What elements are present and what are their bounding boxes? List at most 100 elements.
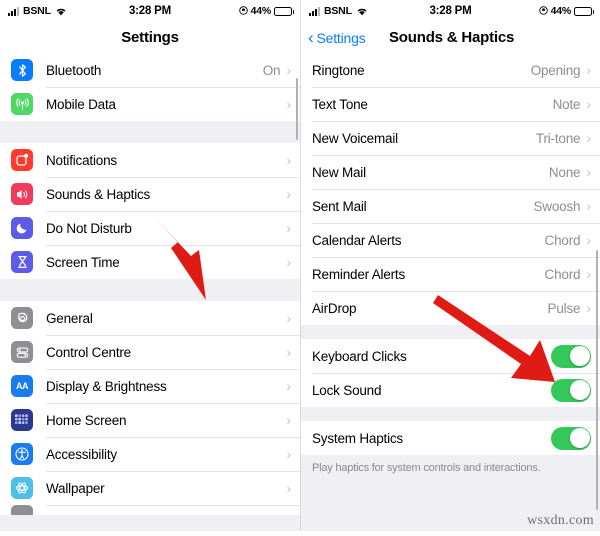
sidebar-item-general[interactable]: General ›	[0, 301, 300, 335]
group-separator	[0, 279, 300, 301]
sidebar-item-label: Do Not Disturb	[46, 220, 132, 236]
chevron-right-icon: ›	[286, 378, 291, 394]
sidebar-item-wallpaper[interactable]: Wallpaper ›	[0, 471, 300, 505]
battery-percent-label: 44%	[550, 5, 572, 17]
chevron-right-icon: ›	[286, 186, 291, 202]
settings-list[interactable]: Bluetooth On › Mobile Data › Notificatio…	[0, 53, 300, 531]
chevron-right-icon: ›	[286, 446, 291, 462]
watermark: wsxdn.com	[527, 513, 594, 528]
chevron-right-icon: ›	[286, 152, 291, 168]
chevron-right-icon: ›	[586, 198, 591, 214]
list-item-label: Ringtone	[312, 62, 365, 78]
chevron-right-icon: ›	[286, 310, 291, 326]
sidebar-item-partial[interactable]	[0, 505, 300, 515]
nav-bar-right: ‹ Settings Sounds & Haptics	[301, 22, 600, 53]
sidebar-item-label: Screen Time	[46, 254, 120, 270]
list-item-value: Pulse	[547, 300, 581, 316]
list-item-sent-mail[interactable]: Sent Mail Swoosh ›	[301, 189, 600, 223]
back-button[interactable]: ‹ Settings	[308, 27, 366, 47]
chevron-right-icon: ›	[586, 130, 591, 146]
chevron-right-icon: ›	[586, 164, 591, 180]
scrollbar-left[interactable]	[295, 78, 298, 140]
sidebar-item-screen-time[interactable]: Screen Time ›	[0, 245, 300, 279]
list-item-calendar-alerts[interactable]: Calendar Alerts Chord ›	[301, 223, 600, 257]
system-haptics-toggle[interactable]	[551, 426, 591, 450]
battery-icon	[274, 6, 294, 16]
screen-time-icon	[11, 251, 33, 273]
wallpaper-icon	[11, 477, 33, 499]
lock-sound-toggle[interactable]	[551, 378, 591, 402]
group-separator	[301, 325, 600, 339]
sounds-haptics-list[interactable]: Ringtone Opening › Text Tone Note › New …	[301, 53, 600, 531]
list-item-system-haptics[interactable]: System Haptics	[301, 421, 600, 455]
list-item-value: None	[548, 164, 581, 180]
list-item-value: Note	[552, 96, 581, 112]
sidebar-item-notifications[interactable]: Notifications ›	[0, 143, 300, 177]
settings-group-system: General › Control Centre › AA Display & …	[0, 301, 300, 515]
chevron-right-icon: ›	[286, 480, 291, 496]
home-screen-icon	[11, 409, 33, 431]
sidebar-item-mobile-data[interactable]: Mobile Data ›	[0, 87, 300, 121]
group-separator	[0, 121, 300, 143]
battery-icon	[574, 6, 594, 16]
sidebar-item-do-not-disturb[interactable]: Do Not Disturb ›	[0, 211, 300, 245]
list-item-value: Swoosh	[533, 198, 581, 214]
chevron-right-icon: ›	[286, 62, 291, 78]
sidebar-item-bluetooth[interactable]: Bluetooth On ›	[0, 53, 300, 87]
list-item-label: Sent Mail	[312, 198, 367, 214]
settings-group-notifications: Notifications › Sounds & Haptics › Do No…	[0, 143, 300, 279]
control-centre-icon	[11, 341, 33, 363]
page-title: Settings	[121, 29, 179, 46]
accessibility-icon	[11, 443, 33, 465]
sidebar-item-label: Accessibility	[46, 446, 117, 462]
list-item-label: Calendar Alerts	[312, 232, 402, 248]
scrollbar-right[interactable]	[595, 250, 598, 510]
list-item-value: Opening	[530, 62, 581, 78]
back-button-label: Settings	[316, 29, 366, 46]
list-item-text-tone[interactable]: Text Tone Note ›	[301, 87, 600, 121]
list-item-new-mail[interactable]: New Mail None ›	[301, 155, 600, 189]
do-not-disturb-icon	[11, 217, 33, 239]
chevron-right-icon: ›	[286, 220, 291, 236]
sidebar-item-home-screen[interactable]: Home Screen ›	[0, 403, 300, 437]
sounds-haptics-icon	[11, 183, 33, 205]
keyboard-clicks-toggle[interactable]	[551, 344, 591, 368]
dual-phone-screenshots: BSNL 3:28 PM 44% Settings Bluetooth On ›…	[0, 0, 600, 531]
sidebar-item-label: General	[46, 310, 93, 326]
chevron-right-icon: ›	[586, 300, 591, 316]
settings-screen: BSNL 3:28 PM 44% Settings Bluetooth On ›…	[0, 0, 300, 531]
list-item-lock-sound[interactable]: Lock Sound	[301, 373, 600, 407]
list-item-value: Chord	[544, 232, 581, 248]
chevron-left-icon: ‹	[308, 27, 314, 47]
sidebar-item-accessibility[interactable]: Accessibility ›	[0, 437, 300, 471]
list-item-label: Text Tone	[312, 96, 368, 112]
list-item-airdrop[interactable]: AirDrop Pulse ›	[301, 291, 600, 325]
chevron-right-icon: ›	[286, 412, 291, 428]
list-item-keyboard-clicks[interactable]: Keyboard Clicks	[301, 339, 600, 373]
bluetooth-icon	[11, 59, 33, 81]
chevron-right-icon: ›	[286, 96, 291, 112]
list-item-reminder-alerts[interactable]: Reminder Alerts Chord ›	[301, 257, 600, 291]
nav-bar-left: Settings	[0, 22, 300, 53]
sidebar-item-label: Home Screen	[46, 412, 127, 428]
sidebar-item-label: Notifications	[46, 152, 117, 168]
list-item-value: Tri-tone	[535, 130, 581, 146]
status-bar-right-cluster: 44%	[538, 5, 594, 17]
chevron-right-icon: ›	[586, 96, 591, 112]
sidebar-item-display-brightness[interactable]: AA Display & Brightness ›	[0, 369, 300, 403]
status-bar-left: BSNL 3:28 PM 44%	[0, 0, 300, 22]
sounds-group-haptics: System Haptics	[301, 421, 600, 455]
list-item-new-voicemail[interactable]: New Voicemail Tri-tone ›	[301, 121, 600, 155]
sidebar-item-sounds-haptics[interactable]: Sounds & Haptics ›	[0, 177, 300, 211]
list-item-ringtone[interactable]: Ringtone Opening ›	[301, 53, 600, 87]
sidebar-item-label: Mobile Data	[46, 96, 116, 112]
status-bar-right: BSNL 3:28 PM 44%	[301, 0, 600, 22]
sidebar-item-control-centre[interactable]: Control Centre ›	[0, 335, 300, 369]
battery-percent-label: 44%	[250, 5, 272, 17]
list-item-label: System Haptics	[312, 430, 403, 446]
sounds-group-tones: Ringtone Opening › Text Tone Note › New …	[301, 53, 600, 325]
list-item-value: Chord	[544, 266, 581, 282]
chevron-right-icon: ›	[586, 232, 591, 248]
sidebar-item-label: Control Centre	[46, 344, 131, 360]
chevron-right-icon: ›	[286, 254, 291, 270]
